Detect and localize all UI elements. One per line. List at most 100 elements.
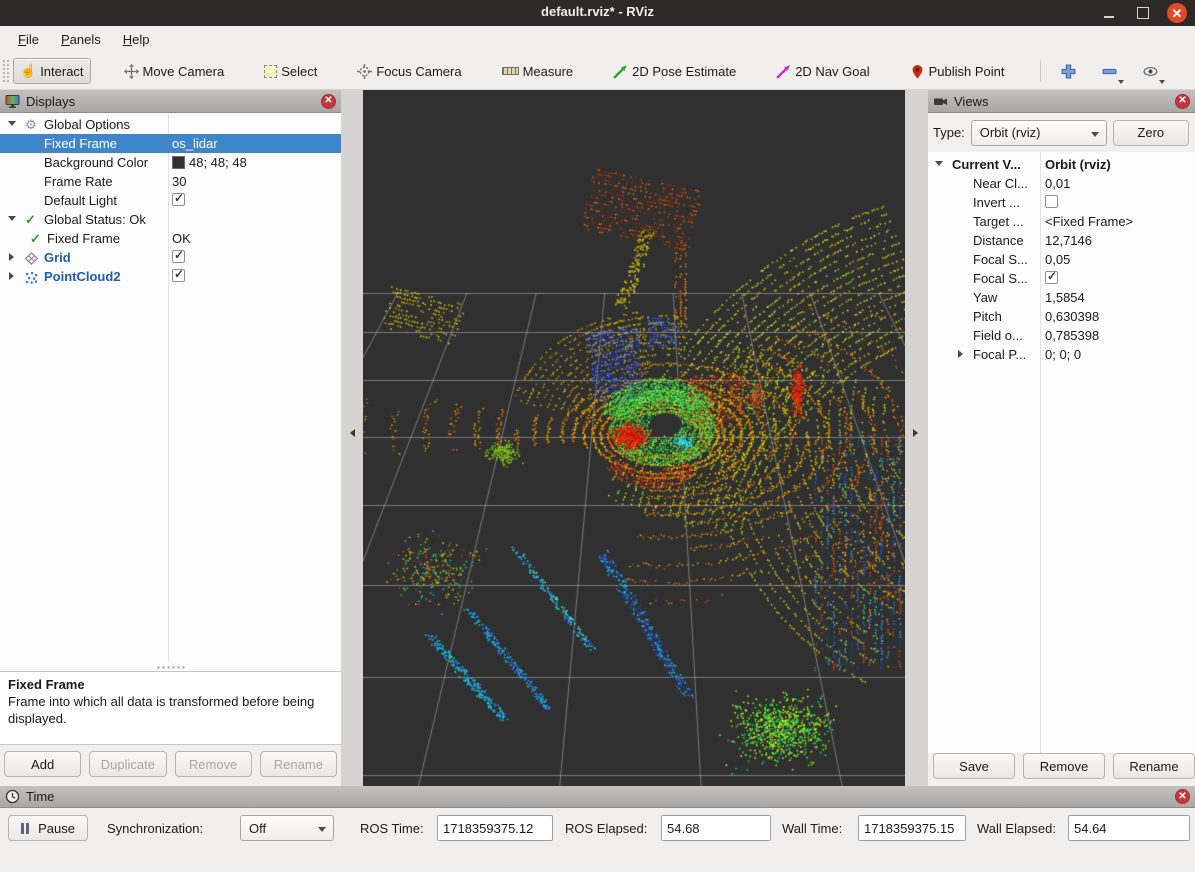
tree-resize-handle[interactable] [0, 663, 341, 671]
save-button[interactable]: Save [933, 753, 1015, 779]
property-value[interactable]: os_lidar [172, 136, 218, 151]
move-camera-tool-button[interactable]: Move Camera [117, 59, 232, 84]
tree-row-pitch[interactable]: Pitch 0,630398 [928, 307, 1195, 326]
collapse-right-arrow-icon[interactable] [913, 429, 918, 437]
rename-button[interactable]: Rename [1113, 753, 1195, 779]
add-button[interactable]: Add [4, 751, 81, 777]
view-type-dropdown[interactable]: Orbit (rviz) [971, 120, 1107, 146]
remove-button[interactable]: Remove [1023, 753, 1105, 779]
property-value[interactable]: 0,630398 [1045, 309, 1099, 324]
remove-tool-button[interactable] [1096, 61, 1123, 82]
checkbox-checked[interactable] [172, 250, 185, 263]
tool-visibility-button[interactable] [1137, 61, 1164, 82]
measure-tool-button[interactable]: Measure [495, 59, 581, 84]
property-value[interactable]: 0,785398 [1045, 328, 1099, 343]
ros-elapsed-field[interactable] [661, 815, 771, 841]
expand-arrow-icon[interactable] [8, 216, 16, 221]
property-value[interactable]: 30 [172, 174, 186, 189]
maximize-button[interactable] [1133, 3, 1153, 23]
collapse-arrow-icon[interactable] [9, 272, 14, 280]
left-splitter[interactable] [341, 90, 363, 786]
interact-tool-button[interactable]: ☝ Interact [13, 58, 91, 84]
rename-button[interactable]: Rename [260, 751, 337, 777]
property-value[interactable]: 48; 48; 48 [172, 155, 247, 170]
duplicate-button[interactable]: Duplicate [89, 751, 166, 777]
collapse-left-arrow-icon[interactable] [350, 429, 355, 437]
tree-row-pointcloud2[interactable]: PointCloud2 [0, 267, 341, 286]
tree-row-field-of-view[interactable]: Field o... 0,785398 [928, 326, 1195, 345]
property-value[interactable]: 12,7146 [1045, 233, 1092, 248]
tree-row-default-light[interactable]: Default Light [0, 191, 341, 210]
tree-row-distance[interactable]: Distance 12,7146 [928, 231, 1195, 250]
tree-row-global-status[interactable]: ✓ Global Status: Ok [0, 210, 341, 229]
property-value[interactable]: 1,5854 [1045, 290, 1085, 305]
tree-row-invert-z[interactable]: Invert ... [928, 193, 1195, 212]
tree-row-fixed-frame[interactable]: Fixed Frame os_lidar [0, 134, 341, 153]
property-label: Default Light [44, 193, 117, 208]
tree-row-target-frame[interactable]: Target ... <Fixed Frame> [928, 212, 1195, 231]
checkbox-checked[interactable] [172, 269, 185, 282]
zero-button[interactable]: Zero [1113, 120, 1189, 146]
property-label: Focal P... [973, 347, 1026, 362]
synchronization-dropdown[interactable]: Off [240, 815, 334, 841]
select-tool-button[interactable]: Select [257, 59, 324, 84]
views-panel-header[interactable]: Views ✕ [928, 90, 1195, 113]
toolbar-grip[interactable] [2, 59, 9, 83]
pose-estimate-tool-button[interactable]: 2D Pose Estimate [606, 59, 743, 84]
time-panel: Time ✕ Pause Synchronization: Off ROS Ti… [0, 786, 1195, 872]
plus-icon [1061, 64, 1076, 79]
tree-row-grid[interactable]: Grid [0, 248, 341, 267]
wall-elapsed-field[interactable] [1068, 815, 1190, 841]
property-label: Target ... [973, 214, 1024, 229]
menu-file[interactable]: File [8, 29, 49, 50]
tree-row-fixed-frame-status[interactable]: ✓ Fixed Frame OK [0, 229, 341, 248]
tree-row-near-clip[interactable]: Near Cl... 0,01 [928, 174, 1195, 193]
ros-time-field[interactable] [437, 815, 553, 841]
pointcloud-canvas[interactable] [363, 90, 905, 786]
tree-row-yaw[interactable]: Yaw 1,5854 [928, 288, 1195, 307]
collapse-arrow-icon[interactable] [9, 253, 14, 261]
remove-button[interactable]: Remove [175, 751, 252, 777]
move-camera-icon [124, 64, 139, 79]
tree-row-focal-shape-size[interactable]: Focal S... 0,05 [928, 250, 1195, 269]
property-value[interactable]: 0,01 [1045, 176, 1070, 191]
displays-tree: ⚙ Global Options Fixed Frame os_lidar Ba… [0, 113, 341, 663]
checkbox-unchecked[interactable] [1045, 195, 1058, 208]
collapse-arrow-icon[interactable] [958, 350, 963, 358]
property-value[interactable]: 0,05 [1045, 252, 1070, 267]
tree-row-current-view[interactable]: Current V... Orbit (rviz) [928, 155, 1195, 174]
expand-arrow-icon[interactable] [935, 161, 943, 166]
tree-row-frame-rate[interactable]: Frame Rate 30 [0, 172, 341, 191]
tree-row-global-options[interactable]: ⚙ Global Options [0, 115, 341, 134]
displays-panel-title: Displays [26, 94, 315, 109]
wall-time-field[interactable] [858, 815, 966, 841]
tree-row-focal-shape-fixed[interactable]: Focal S... [928, 269, 1195, 288]
window-close-button[interactable]: ✕ [1167, 3, 1187, 23]
checkbox-checked[interactable] [1045, 271, 1058, 284]
wall-elapsed-label: Wall Elapsed: [977, 821, 1056, 836]
property-value[interactable]: 0; 0; 0 [1045, 347, 1081, 362]
color-swatch [172, 156, 185, 169]
expand-arrow-icon[interactable] [8, 121, 16, 126]
time-close-icon[interactable]: ✕ [1175, 789, 1190, 804]
right-splitter[interactable] [905, 90, 928, 786]
property-value[interactable]: <Fixed Frame> [1045, 214, 1133, 229]
time-panel-header[interactable]: Time ✕ [0, 786, 1195, 808]
pause-button[interactable]: Pause [8, 815, 88, 841]
magenta-arrow-icon [776, 64, 791, 79]
publish-point-tool-button[interactable]: Publish Point [903, 59, 1012, 84]
displays-panel-header[interactable]: Displays ✕ [0, 90, 341, 113]
menu-help[interactable]: Help [113, 29, 160, 50]
focus-camera-tool-button[interactable]: Focus Camera [350, 59, 468, 84]
add-tool-button[interactable] [1055, 61, 1082, 82]
menu-panels[interactable]: Panels [51, 29, 111, 50]
render-viewport[interactable] [363, 90, 905, 786]
tree-row-focal-point[interactable]: Focal P... 0; 0; 0 [928, 345, 1195, 364]
nav-goal-tool-button[interactable]: 2D Nav Goal [769, 59, 876, 84]
checkbox-checked[interactable] [172, 193, 185, 206]
tree-row-background-color[interactable]: Background Color 48; 48; 48 [0, 153, 341, 172]
help-title: Fixed Frame [8, 676, 333, 693]
views-close-icon[interactable]: ✕ [1175, 94, 1190, 109]
minimize-button[interactable] [1099, 3, 1119, 23]
displays-close-icon[interactable]: ✕ [321, 94, 336, 109]
